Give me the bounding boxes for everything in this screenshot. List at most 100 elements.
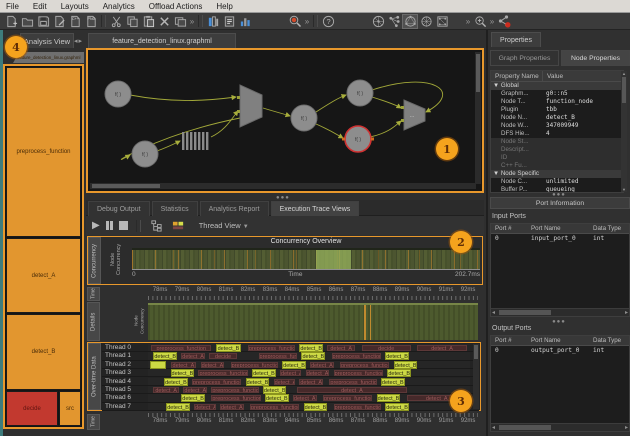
property-row[interactable]: DFS Hie...4 [491, 130, 623, 138]
trace-segment-detect-b[interactable]: detect_B [171, 369, 195, 377]
trace-segment[interactable]: detect_A [194, 404, 215, 410]
graph-queue-node[interactable] [186, 132, 188, 150]
port-table-hscrollbar[interactable]: ◂▸ [491, 423, 629, 431]
trace-segment[interactable]: decide [209, 353, 237, 359]
layout-star-icon[interactable] [418, 14, 434, 29]
window-icon[interactable] [172, 14, 188, 29]
trace-segment-detect-b[interactable]: detect_B [263, 386, 287, 394]
trace-segment[interactable]: detect_A [220, 404, 244, 410]
trace-segment-detect-b[interactable]: detect_B [304, 403, 328, 411]
stop-button[interactable] [119, 221, 128, 230]
trace-segment[interactable]: detect_A [310, 362, 334, 368]
treemap-block-detect_B[interactable]: detect_B [6, 314, 81, 390]
trace-segment-detect-b[interactable] [150, 361, 166, 369]
trace-segment[interactable]: preprocess_function [250, 404, 299, 410]
overflow-icon[interactable]: » [464, 14, 472, 29]
property-row[interactable]: Node St... [491, 138, 623, 146]
port-row[interactable]: 0output_port_0int [491, 346, 629, 355]
export-cpp-icon[interactable]: C++ [67, 14, 83, 29]
trace-segment[interactable]: detect_A [297, 387, 406, 393]
edit-graph-icon[interactable] [51, 14, 67, 29]
property-row[interactable]: Descript... [491, 146, 623, 154]
overtime-vscrollbar[interactable] [473, 344, 479, 409]
trace-segment-detect-b[interactable]: detect_B [385, 403, 409, 411]
trace-segment[interactable]: preprocess_function [332, 353, 381, 359]
report-icon[interactable] [221, 14, 237, 29]
zoom-in-icon[interactable] [472, 14, 488, 29]
analysis-icon[interactable] [205, 14, 221, 29]
bar-chart-icon[interactable] [237, 14, 253, 29]
trace-segment-detect-b[interactable]: detect_B [299, 344, 323, 352]
trace-segment[interactable]: preprocess_function [231, 362, 278, 368]
flow-graph[interactable]: f( )f( )f( )f( )f( )... [88, 50, 480, 180]
trace-segment-detect-b[interactable]: detect_B [394, 361, 418, 369]
trace-segment-detect-b[interactable]: detect_B [301, 352, 325, 360]
trace-segment-detect-b[interactable]: detect_B [246, 378, 270, 386]
export-png-icon[interactable]: PNG [83, 14, 99, 29]
layout-radial-icon[interactable] [370, 14, 386, 29]
subtab-node-properties[interactable]: Node Properties [561, 50, 630, 66]
trace-segment[interactable]: detect_A [183, 387, 207, 393]
view-selector[interactable]: Thread View ▼ [199, 221, 249, 230]
trace-segment[interactable]: detect_A [171, 362, 197, 368]
tab-statistics[interactable]: Statistics [152, 201, 198, 216]
menu-item-layouts[interactable]: Layouts [61, 2, 89, 11]
graph-vscrollbar[interactable] [475, 52, 481, 184]
property-row[interactable]: Node T...function_node [491, 98, 623, 106]
trace-segment[interactable]: preprocess_function [192, 379, 241, 385]
trace-segment[interactable]: detect_A [299, 379, 323, 385]
menu-item-offload-actions[interactable]: Offload Actions [149, 2, 203, 11]
copy-icon[interactable] [124, 14, 140, 29]
trace-segment[interactable]: detect_A [306, 370, 330, 376]
side-tab-concurrency[interactable]: Concurrency [88, 237, 101, 284]
property-row[interactable]: Graphm...g0::n5 [491, 90, 623, 98]
menu-item-help[interactable]: Help [216, 2, 232, 11]
trace-segment-detect-b[interactable]: detect_B [385, 352, 409, 360]
side-tab-details[interactable]: Details [87, 302, 100, 341]
trace-segment-detect-b[interactable]: detect_B [166, 403, 190, 411]
property-row[interactable]: Plugintbb [491, 106, 623, 114]
trace-segment[interactable]: preprocess_function [259, 353, 298, 359]
menu-item-file[interactable]: File [6, 2, 19, 11]
graph-hscrollbar[interactable] [90, 183, 476, 189]
tab-graph-file[interactable]: feature_detection_linux.graphml [88, 33, 236, 48]
pause-button[interactable] [106, 221, 113, 230]
trace-segment-detect-b[interactable]: detect_B [377, 394, 401, 402]
trace-segment[interactable]: preprocess_function [248, 345, 295, 351]
trace-segment-detect-b[interactable]: detect_B [252, 369, 276, 377]
search-icon[interactable] [287, 14, 303, 29]
trace-segment[interactable]: preprocess_function [198, 370, 247, 376]
tab-execution-trace-views[interactable]: Execution Trace Views [271, 201, 360, 216]
graph-join-node[interactable] [240, 85, 262, 127]
delete-icon[interactable] [156, 14, 172, 29]
scroll-left-icon[interactable]: ◂ [492, 424, 495, 432]
tree-view-icon[interactable] [149, 218, 165, 233]
treemap-block-src[interactable]: src [59, 391, 81, 426]
trace-segment[interactable]: preprocess_function [211, 387, 258, 393]
property-table-vscrollbar[interactable]: ▲ ▼ [621, 71, 627, 192]
graph-queue-node[interactable] [202, 132, 204, 150]
thread-track[interactable]: detect_A detect_A preprocess_function detec… [148, 386, 470, 393]
trace-segment[interactable]: decide [362, 345, 411, 351]
property-row[interactable]: Node N...detect_B [491, 114, 623, 122]
thread-track[interactable]: detect_A detect_A preprocess_function detec… [148, 361, 470, 368]
side-tab-time-top[interactable]: Time [87, 287, 100, 301]
scroll-right-icon[interactable]: ▸ [79, 37, 83, 45]
scroll-up-icon[interactable]: ▲ [621, 71, 627, 76]
graph-output-node[interactable] [404, 100, 425, 130]
legend-icon[interactable] [171, 218, 187, 233]
tab-analytics-report[interactable]: Analytics Report [200, 201, 269, 216]
graph-queue-node[interactable] [182, 132, 184, 150]
trace-segment[interactable]: detect_A [327, 345, 355, 351]
trace-segment-detect-b[interactable]: detect_B [216, 344, 242, 352]
trace-segment[interactable]: detect_A [181, 353, 205, 359]
trace-segment[interactable]: detect_A [201, 362, 225, 368]
thread-track[interactable]: detect_Bpreprocess_functiondetect_Bdetec… [148, 369, 470, 376]
trace-segment[interactable]: preprocess_function [211, 395, 260, 401]
overflow-icon[interactable]: » [188, 14, 196, 29]
graph-queue-node[interactable] [194, 132, 196, 150]
overflow-icon[interactable]: » [303, 14, 311, 29]
treemap-block-preprocess_function[interactable]: preprocess_function [6, 67, 81, 237]
layout-circular-icon[interactable] [402, 14, 418, 29]
help-icon[interactable]: ? [320, 14, 336, 29]
